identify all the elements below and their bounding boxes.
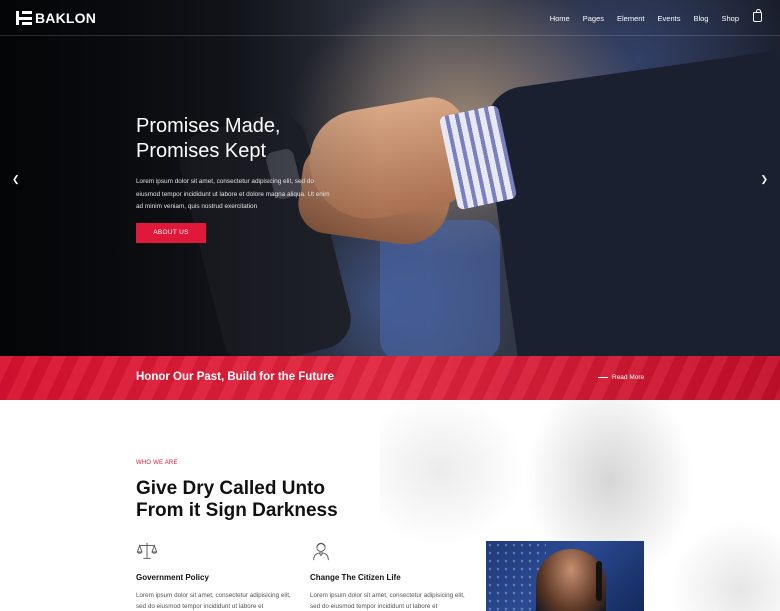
hero-section: BAKLON Home Pages Element Events Blog Sh… bbox=[0, 0, 780, 356]
about-image-card[interactable] bbox=[486, 541, 644, 611]
logo-icon bbox=[16, 11, 32, 25]
read-more-link[interactable]: Read More bbox=[598, 374, 644, 381]
hero-image-sleeve bbox=[480, 50, 780, 356]
scales-icon bbox=[136, 542, 158, 559]
nav-item-element[interactable]: Element bbox=[617, 14, 645, 23]
feature-citizen-life: Change The Citizen Life Lorem ipsum dolo… bbox=[310, 540, 470, 611]
hero-title-line-2: Promises Kept bbox=[136, 140, 267, 162]
nav-item-home[interactable]: Home bbox=[550, 14, 570, 23]
shopping-bag-icon[interactable] bbox=[753, 9, 762, 22]
nav-item-blog[interactable]: Blog bbox=[693, 14, 708, 23]
promo-band: Honor Our Past, Build for the Future Rea… bbox=[0, 356, 780, 400]
band-title: Honor Our Past, Build for the Future bbox=[136, 371, 335, 383]
section-eyebrow: WHO WE ARE bbox=[136, 460, 178, 466]
about-title-line-2: From it Sign Darkness bbox=[136, 500, 338, 521]
nav-item-shop[interactable]: Shop bbox=[721, 14, 739, 23]
top-navigation: BAKLON Home Pages Element Events Blog Sh… bbox=[0, 0, 780, 36]
feature-title: Government Policy bbox=[136, 573, 209, 582]
about-title-line-1: Give Dry Called Unto bbox=[136, 478, 325, 499]
microphone-image bbox=[596, 561, 602, 601]
chevron-left-icon[interactable]: ❮ bbox=[12, 174, 20, 185]
feature-title: Change The Citizen Life bbox=[310, 573, 401, 582]
site-logo[interactable]: BAKLON bbox=[16, 10, 96, 26]
logo-text: BAKLON bbox=[35, 10, 97, 26]
feature-description: Lorem ipsum dolor sit amet, consectetur … bbox=[136, 592, 291, 610]
citizen-icon bbox=[313, 542, 329, 561]
hero-title-line-1: Promises Made, bbox=[136, 115, 281, 137]
chevron-right-icon[interactable]: ❯ bbox=[760, 174, 768, 185]
nav-item-events[interactable]: Events bbox=[658, 14, 681, 23]
feature-description: Lorem ipsum dolor sit amet, consectetur … bbox=[310, 592, 465, 610]
hero-description: Lorem ipsum dolor sit amet, consectetur … bbox=[136, 178, 330, 210]
feature-government-policy: Government Policy Lorem ipsum dolor sit … bbox=[136, 540, 296, 611]
nav-item-pages[interactable]: Pages bbox=[583, 14, 604, 23]
about-title: Give Dry Called Unto From it Sign Darkne… bbox=[136, 478, 338, 522]
hero-title: Promises Made, Promises Kept bbox=[136, 114, 281, 164]
about-us-button[interactable]: ABOUT US bbox=[136, 223, 206, 243]
main-menu: Home Pages Element Events Blog Shop bbox=[537, 9, 762, 23]
